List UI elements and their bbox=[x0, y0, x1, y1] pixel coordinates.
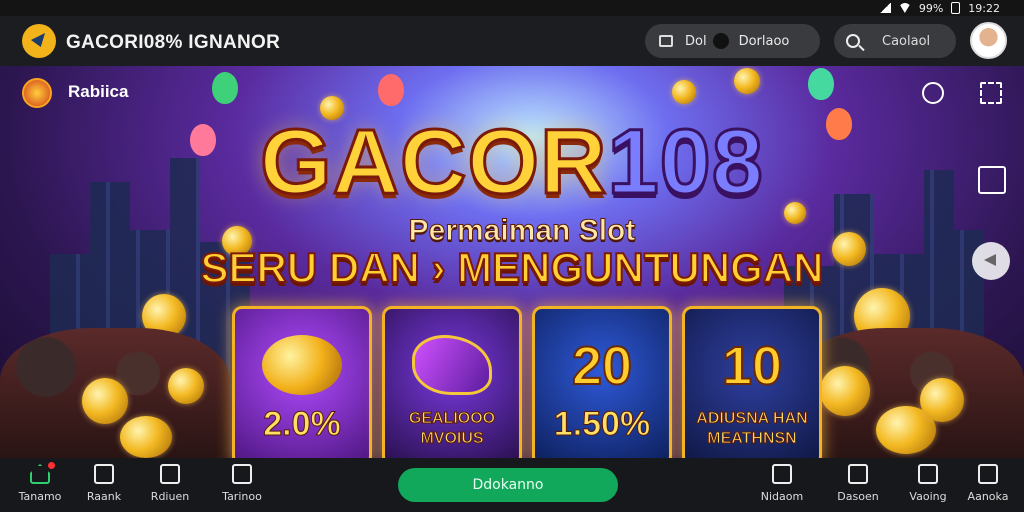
account-pill[interactable]: Dol Dorlaoo bbox=[645, 24, 820, 58]
promo-card[interactable]: GEALIOOO MVOIUS bbox=[382, 306, 522, 458]
hero-banner[interactable]: Rabiica GACOR108 Permaiman Slot SERU DAN… bbox=[0, 66, 1024, 458]
nav-item-inbox[interactable]: Tarinoo bbox=[212, 464, 272, 503]
gold-coin-icon bbox=[262, 335, 342, 395]
coin-icon bbox=[120, 416, 172, 458]
shop-icon bbox=[848, 464, 868, 484]
people-icon bbox=[160, 464, 180, 484]
window-icon bbox=[918, 464, 938, 484]
coin-icon bbox=[920, 378, 964, 422]
battery-text: 99% bbox=[918, 1, 944, 15]
cta-button[interactable]: Ddokanno bbox=[398, 468, 618, 502]
app-header: GACORI08% IGNANOR Dol Dorlaoo Caolaol bbox=[0, 16, 1024, 66]
promo-value: 2.0% bbox=[263, 405, 342, 444]
hero-title: GACOR108 bbox=[0, 115, 1024, 210]
nav-item-label: Rdiuen bbox=[150, 490, 190, 503]
balloon-icon bbox=[212, 72, 238, 104]
coin-icon bbox=[168, 368, 204, 404]
notification-dot bbox=[48, 462, 55, 469]
nav-item-people[interactable]: Rdiuen bbox=[140, 464, 200, 503]
signal-icon bbox=[879, 3, 891, 13]
gacor-logo-icon[interactable] bbox=[22, 24, 56, 58]
coin-icon bbox=[734, 68, 760, 94]
coin-icon bbox=[82, 378, 128, 424]
account-label-left: Dol bbox=[685, 33, 707, 49]
coin-icon bbox=[820, 366, 870, 416]
promo-value: 1.50% bbox=[553, 405, 651, 444]
promo-text-line1: GEALIOOO bbox=[408, 410, 496, 428]
clock: 19:22 bbox=[968, 1, 1000, 15]
status-bar: 99% 19:22 bbox=[0, 0, 1024, 16]
promo-art-number: 20 bbox=[571, 335, 633, 397]
nav-item-label: Nidaom bbox=[760, 490, 804, 503]
brand-badge-icon bbox=[22, 78, 52, 108]
nav-item-label: Tarinoo bbox=[222, 490, 262, 503]
promo-card[interactable]: 2.0% bbox=[232, 306, 372, 458]
promo-art-number: 10 bbox=[721, 335, 783, 397]
avatar[interactable] bbox=[970, 22, 1007, 59]
nav-item-window[interactable]: Vaoing bbox=[898, 464, 958, 503]
lock-icon bbox=[659, 35, 673, 47]
promo-text-line2: MEATHNSN bbox=[707, 430, 797, 448]
balloon-icon bbox=[808, 68, 834, 100]
promo-cards: 2.0% GEALIOOO MVOIUS 20 1.50% 10 ADIUSNA… bbox=[232, 306, 822, 458]
nav-item-label: Aanoka bbox=[967, 490, 1009, 503]
toggle-dot-icon bbox=[712, 33, 729, 49]
home-icon bbox=[30, 464, 50, 484]
nav-item-label: Dasoen bbox=[837, 490, 879, 503]
account-label-right: Dorlaoo bbox=[738, 33, 790, 49]
promo-card[interactable]: 10 ADIUSNA HAN MEATHNSN bbox=[682, 306, 822, 458]
brand-name: Rabiica bbox=[68, 82, 129, 101]
share-icon bbox=[978, 464, 998, 484]
nav-search-icon bbox=[772, 464, 792, 484]
nav-item-label: Vaoing bbox=[909, 490, 947, 503]
nav-item-share[interactable]: Aanoka bbox=[958, 464, 1018, 503]
promo-text: ADIUSNA HAN MEATHNSN bbox=[685, 409, 819, 449]
app-title: GACORI08% IGNANOR bbox=[66, 32, 281, 53]
nav-item-label: Raank bbox=[86, 490, 122, 503]
nav-item-home[interactable]: Tanamo bbox=[10, 464, 70, 503]
hero-subtitle: Permaiman Slot bbox=[408, 214, 636, 248]
expand-icon[interactable] bbox=[980, 82, 1002, 104]
search-input[interactable]: Caolaol bbox=[882, 34, 930, 49]
promo-text-line1: ADIUSNA HAN bbox=[696, 410, 808, 428]
search-icon bbox=[846, 34, 860, 48]
coin-icon bbox=[672, 80, 696, 104]
hero-title-part2: 108 bbox=[606, 111, 764, 213]
search-bar[interactable]: Caolaol bbox=[834, 24, 956, 58]
nav-item-search[interactable]: Nidaom bbox=[752, 464, 812, 503]
promo-text: GEALIOOO MVOIUS bbox=[385, 409, 519, 449]
magic-shoe-icon bbox=[412, 335, 492, 395]
wifi-icon bbox=[898, 3, 911, 13]
trophy-icon bbox=[94, 464, 114, 484]
promo-card[interactable]: 20 1.50% bbox=[532, 306, 672, 458]
hero-title-part1: GACOR bbox=[259, 111, 608, 213]
nav-item-label: Tanamo bbox=[18, 490, 62, 503]
nav-item-shop[interactable]: Dasoen bbox=[828, 464, 888, 503]
battery-icon bbox=[951, 2, 961, 14]
status-icons: 99% 19:22 bbox=[879, 0, 1000, 16]
inbox-icon bbox=[232, 464, 252, 484]
promo-text-line2: MVOIUS bbox=[420, 430, 484, 448]
balloon-icon bbox=[378, 74, 404, 106]
hero-headline: SERU DAN › MENGUNTUNGAN bbox=[200, 243, 825, 292]
chat-icon[interactable] bbox=[922, 82, 944, 104]
nav-item-rank[interactable]: Raank bbox=[74, 464, 134, 503]
